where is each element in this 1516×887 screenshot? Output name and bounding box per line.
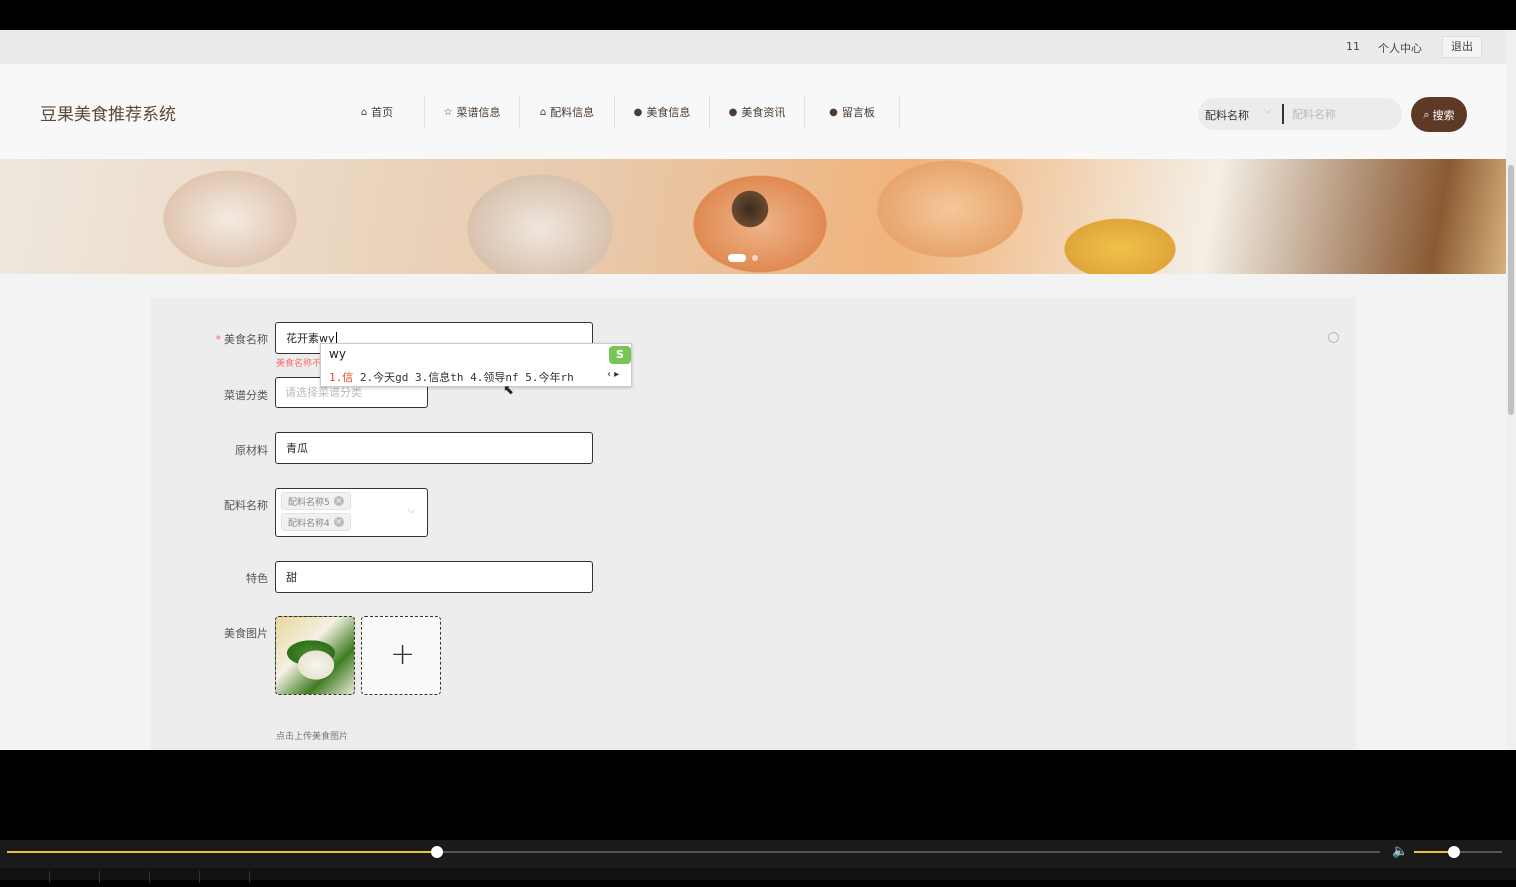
progress-bar[interactable] xyxy=(7,846,1380,858)
chevron-down-icon: ⌵ xyxy=(1264,106,1271,116)
name-label: * 美食名称 xyxy=(215,333,269,346)
ime-candidate-window: wy S 1.信 2.今天gd 3.信息th 4.领导nf 5.今年rh ‹ ▸ xyxy=(320,343,632,387)
search-icon: ⌕ xyxy=(1423,107,1430,121)
ime-composition: wy xyxy=(329,347,346,361)
seasoning-tag: 配料名称5 × xyxy=(281,492,351,510)
close-icon[interactable]: × xyxy=(333,496,344,506)
food-image-thumbnail[interactable] xyxy=(275,616,355,695)
carousel-dot[interactable] xyxy=(752,255,758,261)
upload-button[interactable]: + xyxy=(361,616,441,695)
nav-messages[interactable]: ● 留言板 xyxy=(805,95,900,129)
info-icon: ● xyxy=(633,106,643,118)
profile-link[interactable]: 个人中心 xyxy=(1378,40,1422,56)
player-bottom-bar xyxy=(0,868,1516,883)
browser-viewport: 11 个人中心 退出 豆果美食推荐系统 ⌂ 首页 ☆ 菜谱信息 ⌂ 配料信息 ● 美食信… xyxy=(0,30,1516,750)
nav-recipes[interactable]: ☆ 菜谱信息 xyxy=(425,95,520,129)
logout-button[interactable]: 退出 xyxy=(1442,36,1482,58)
nav-label: 美食信息 xyxy=(646,106,691,119)
player-segment xyxy=(150,871,200,883)
player-segment xyxy=(200,871,250,883)
carousel-dot-active[interactable] xyxy=(728,254,746,262)
page-scrollbar[interactable] xyxy=(1506,30,1516,750)
nav-label: 首页 xyxy=(371,106,394,119)
feature-input[interactable]: 甜 xyxy=(275,561,593,593)
plus-icon: + xyxy=(390,637,416,672)
search-input[interactable]: 配料名称 xyxy=(1292,106,1336,122)
chevron-down-icon: ⌵ xyxy=(408,506,415,516)
video-player-controls: 🔈 xyxy=(0,840,1516,883)
ime-candidate[interactable]: 2.今天gd xyxy=(360,371,409,384)
nav-label: 美食资讯 xyxy=(741,106,786,119)
ime-page-arrows[interactable]: ‹ ▸ xyxy=(607,369,619,380)
info-icon: ● xyxy=(829,106,838,118)
ime-logo-icon: S xyxy=(609,346,631,364)
name-error: 美食名称不 xyxy=(276,359,322,369)
mouse-cursor-icon: ⬉ xyxy=(503,383,514,398)
username: 11 xyxy=(1346,40,1360,53)
text-cursor xyxy=(1282,104,1284,124)
site-title: 豆果美食推荐系统 xyxy=(40,105,176,125)
search-box: 配料名称 ⌵ 配料名称 xyxy=(1198,98,1402,130)
search-button-label: 搜索 xyxy=(1432,108,1455,122)
ime-candidate[interactable]: 5.今年rh xyxy=(525,371,574,384)
nav-food[interactable]: ● 美食信息 xyxy=(615,95,710,129)
volume-icon[interactable]: 🔈 xyxy=(1392,844,1408,859)
top-bar: 11 个人中心 退出 xyxy=(0,30,1506,64)
box-icon: ⌂ xyxy=(539,106,547,118)
star-icon: ☆ xyxy=(443,106,453,118)
site-header: 豆果美食推荐系统 ⌂ 首页 ☆ 菜谱信息 ⌂ 配料信息 ● 美食信息 ● 美食资讯 ● 留言… xyxy=(0,64,1506,160)
nav-seasonings[interactable]: ⌂ 配料信息 xyxy=(520,95,615,129)
nav-label: 留言板 xyxy=(841,106,875,119)
image-label: 美食图片 xyxy=(224,627,268,640)
upload-hint: 点击上传美食图片 xyxy=(276,732,349,742)
seasoning-label: 配料名称 xyxy=(224,499,268,512)
home-icon: ⌂ xyxy=(360,106,368,118)
main-nav: ⌂ 首页 ☆ 菜谱信息 ⌂ 配料信息 ● 美食信息 ● 美食资讯 ● 留言板 xyxy=(330,95,900,129)
settings-icon[interactable] xyxy=(1328,332,1339,343)
nav-news[interactable]: ● 美食资讯 xyxy=(710,95,805,129)
nav-home[interactable]: ⌂ 首页 xyxy=(330,95,425,129)
ingredients-label: 原材料 xyxy=(235,444,268,457)
player-segment xyxy=(0,871,50,883)
feature-label: 特色 xyxy=(246,572,268,585)
ingredients-input[interactable]: 青瓜 xyxy=(275,432,593,464)
volume-handle[interactable] xyxy=(1447,846,1460,858)
nav-label: 菜谱信息 xyxy=(456,106,501,119)
required-mark: * xyxy=(215,333,222,346)
seasoning-multiselect[interactable]: 配料名称5 × 配料名称4 × ⌵ xyxy=(275,488,428,537)
nav-label: 配料信息 xyxy=(550,106,595,119)
close-icon[interactable]: × xyxy=(333,517,344,527)
category-label: 菜谱分类 xyxy=(224,389,268,402)
search-button[interactable]: ⌕ 搜索 xyxy=(1411,97,1467,132)
player-segment xyxy=(100,871,150,883)
scrollbar-thumb[interactable] xyxy=(1508,165,1514,415)
question-icon: ● xyxy=(728,106,738,118)
search-field-select[interactable]: 配料名称 xyxy=(1205,107,1249,123)
ime-candidate[interactable]: 1.信 xyxy=(329,371,353,384)
volume-slider[interactable] xyxy=(1414,846,1502,858)
progress-handle[interactable] xyxy=(430,846,443,858)
seasoning-tag: 配料名称4 × xyxy=(281,513,351,531)
ime-candidate[interactable]: 3.信息th xyxy=(415,371,464,384)
ime-candidates: 1.信 2.今天gd 3.信息th 4.领导nf 5.今年rh xyxy=(329,369,574,385)
progress-fill xyxy=(7,851,437,853)
hero-banner xyxy=(0,159,1506,274)
player-segment xyxy=(50,871,100,883)
